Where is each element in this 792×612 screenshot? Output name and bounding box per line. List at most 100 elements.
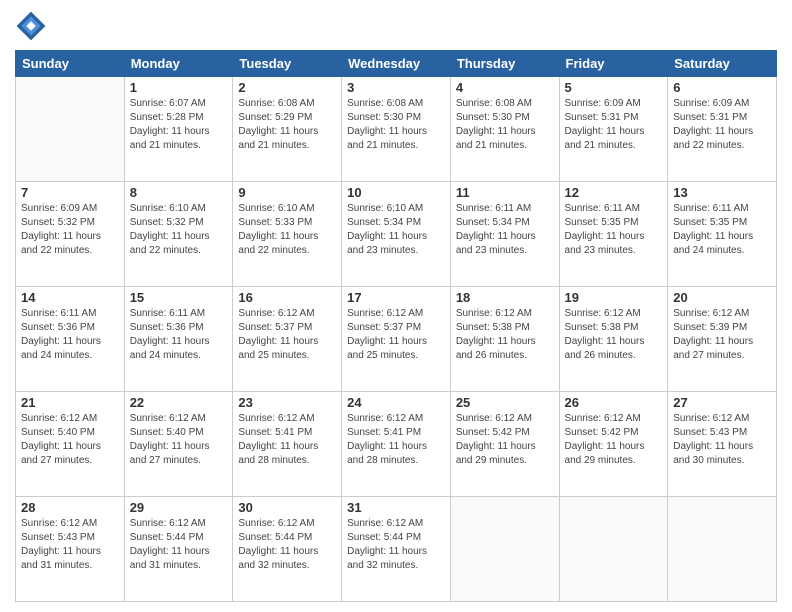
day-cell: 24 Sunrise: 6:12 AMSunset: 5:41 PMDayligh… <box>342 392 451 497</box>
day-info: Sunrise: 6:12 AMSunset: 5:38 PMDaylight:… <box>565 307 663 363</box>
day-number: 4 <box>456 80 554 95</box>
day-cell <box>450 497 559 602</box>
day-cell: 5Sunrise: 6:09 AMSunset: 5:31 PMDaylight… <box>559 77 668 182</box>
day-info: Sunrise: 6:12 AMSunset: 5:37 PMDaylight:… <box>347 307 445 363</box>
day-number: 9 <box>238 185 336 200</box>
day-cell: 14Sunrise: 6:11 AMSunset: 5:36 PMDayligh… <box>16 287 125 392</box>
day-number: 31 <box>347 500 445 515</box>
day-cell: 6 Sunrise: 6:09 AMSunset: 5:31 PMDaylight… <box>668 77 777 182</box>
day-number: 12 <box>565 185 663 200</box>
header <box>15 10 777 42</box>
day-cell: 31 Sunrise: 6:12 AMSunset: 5:44 PMDayligh… <box>342 497 451 602</box>
day-info: Sunrise: 6:07 AMSunset: 5:28 PMDaylight:… <box>130 97 228 153</box>
day-info: Sunrise: 6:12 AMSunset: 5:41 PMDaylight:… <box>238 412 336 468</box>
logo <box>15 10 51 42</box>
day-number: 2 <box>238 80 336 95</box>
col-header-sunday: Sunday <box>16 51 125 77</box>
day-info: Sunrise: 6:10 AMSunset: 5:32 PMDaylight:… <box>130 202 228 258</box>
day-cell: 23 Sunrise: 6:12 AMSunset: 5:41 PMDayligh… <box>233 392 342 497</box>
day-cell: 20 Sunrise: 6:12 AMSunset: 5:39 PMDayligh… <box>668 287 777 392</box>
day-number: 15 <box>130 290 228 305</box>
day-number: 30 <box>238 500 336 515</box>
col-header-saturday: Saturday <box>668 51 777 77</box>
day-cell: 30 Sunrise: 6:12 AMSunset: 5:44 PMDayligh… <box>233 497 342 602</box>
day-info: Sunrise: 6:08 AMSunset: 5:29 PMDaylight:… <box>238 97 336 153</box>
day-info: Sunrise: 6:10 AMSunset: 5:34 PMDaylight:… <box>347 202 445 258</box>
day-number: 27 <box>673 395 771 410</box>
day-number: 13 <box>673 185 771 200</box>
day-info: Sunrise: 6:11 AMSunset: 5:36 PMDaylight:… <box>21 307 119 363</box>
day-cell: 26 Sunrise: 6:12 AMSunset: 5:42 PMDayligh… <box>559 392 668 497</box>
day-info: Sunrise: 6:11 AMSunset: 5:34 PMDaylight:… <box>456 202 554 258</box>
day-cell: 11Sunrise: 6:11 AMSunset: 5:34 PMDayligh… <box>450 182 559 287</box>
day-cell: 2 Sunrise: 6:08 AMSunset: 5:29 PMDaylight… <box>233 77 342 182</box>
day-number: 18 <box>456 290 554 305</box>
day-info: Sunrise: 6:12 AMSunset: 5:40 PMDaylight:… <box>130 412 228 468</box>
day-cell <box>668 497 777 602</box>
day-cell: 13 Sunrise: 6:11 AMSunset: 5:35 PMDayligh… <box>668 182 777 287</box>
day-cell: 21Sunrise: 6:12 AMSunset: 5:40 PMDayligh… <box>16 392 125 497</box>
day-info: Sunrise: 6:11 AMSunset: 5:35 PMDaylight:… <box>673 202 771 258</box>
day-cell: 19 Sunrise: 6:12 AMSunset: 5:38 PMDayligh… <box>559 287 668 392</box>
day-number: 23 <box>238 395 336 410</box>
day-info: Sunrise: 6:12 AMSunset: 5:44 PMDaylight:… <box>130 517 228 573</box>
day-cell: 10 Sunrise: 6:10 AMSunset: 5:34 PMDayligh… <box>342 182 451 287</box>
header-row: SundayMondayTuesdayWednesdayThursdayFrid… <box>16 51 777 77</box>
day-number: 28 <box>21 500 119 515</box>
day-cell <box>559 497 668 602</box>
day-number: 20 <box>673 290 771 305</box>
day-cell: 16 Sunrise: 6:12 AMSunset: 5:37 PMDayligh… <box>233 287 342 392</box>
day-number: 8 <box>130 185 228 200</box>
day-number: 1 <box>130 80 228 95</box>
day-cell: 18 Sunrise: 6:12 AMSunset: 5:38 PMDayligh… <box>450 287 559 392</box>
day-number: 24 <box>347 395 445 410</box>
week-row-3: 14Sunrise: 6:11 AMSunset: 5:36 PMDayligh… <box>16 287 777 392</box>
day-number: 6 <box>673 80 771 95</box>
day-info: Sunrise: 6:12 AMSunset: 5:38 PMDaylight:… <box>456 307 554 363</box>
day-info: Sunrise: 6:12 AMSunset: 5:44 PMDaylight:… <box>238 517 336 573</box>
col-header-thursday: Thursday <box>450 51 559 77</box>
week-row-4: 21Sunrise: 6:12 AMSunset: 5:40 PMDayligh… <box>16 392 777 497</box>
day-cell: 27 Sunrise: 6:12 AMSunset: 5:43 PMDayligh… <box>668 392 777 497</box>
day-info: Sunrise: 6:11 AMSunset: 5:35 PMDaylight:… <box>565 202 663 258</box>
day-cell: 3 Sunrise: 6:08 AMSunset: 5:30 PMDaylight… <box>342 77 451 182</box>
day-cell: 17Sunrise: 6:12 AMSunset: 5:37 PMDayligh… <box>342 287 451 392</box>
day-info: Sunrise: 6:12 AMSunset: 5:41 PMDaylight:… <box>347 412 445 468</box>
day-number: 10 <box>347 185 445 200</box>
day-info: Sunrise: 6:12 AMSunset: 5:39 PMDaylight:… <box>673 307 771 363</box>
day-cell <box>16 77 125 182</box>
day-info: Sunrise: 6:09 AMSunset: 5:32 PMDaylight:… <box>21 202 119 258</box>
day-info: Sunrise: 6:11 AMSunset: 5:36 PMDaylight:… <box>130 307 228 363</box>
day-info: Sunrise: 6:10 AMSunset: 5:33 PMDaylight:… <box>238 202 336 258</box>
day-number: 16 <box>238 290 336 305</box>
logo-icon <box>15 10 47 42</box>
day-cell: 9 Sunrise: 6:10 AMSunset: 5:33 PMDaylight… <box>233 182 342 287</box>
day-info: Sunrise: 6:12 AMSunset: 5:37 PMDaylight:… <box>238 307 336 363</box>
day-cell: 15 Sunrise: 6:11 AMSunset: 5:36 PMDayligh… <box>124 287 233 392</box>
day-cell: 7Sunrise: 6:09 AMSunset: 5:32 PMDaylight… <box>16 182 125 287</box>
day-info: Sunrise: 6:08 AMSunset: 5:30 PMDaylight:… <box>456 97 554 153</box>
page: SundayMondayTuesdayWednesdayThursdayFrid… <box>0 0 792 612</box>
day-info: Sunrise: 6:12 AMSunset: 5:42 PMDaylight:… <box>456 412 554 468</box>
col-header-tuesday: Tuesday <box>233 51 342 77</box>
day-info: Sunrise: 6:12 AMSunset: 5:43 PMDaylight:… <box>673 412 771 468</box>
day-cell: 25 Sunrise: 6:12 AMSunset: 5:42 PMDayligh… <box>450 392 559 497</box>
week-row-1: 1 Sunrise: 6:07 AMSunset: 5:28 PMDaylight… <box>16 77 777 182</box>
day-info: Sunrise: 6:08 AMSunset: 5:30 PMDaylight:… <box>347 97 445 153</box>
day-number: 5 <box>565 80 663 95</box>
day-number: 26 <box>565 395 663 410</box>
week-row-2: 7Sunrise: 6:09 AMSunset: 5:32 PMDaylight… <box>16 182 777 287</box>
day-number: 19 <box>565 290 663 305</box>
day-cell: 29 Sunrise: 6:12 AMSunset: 5:44 PMDayligh… <box>124 497 233 602</box>
day-number: 29 <box>130 500 228 515</box>
day-info: Sunrise: 6:12 AMSunset: 5:43 PMDaylight:… <box>21 517 119 573</box>
day-number: 3 <box>347 80 445 95</box>
day-info: Sunrise: 6:12 AMSunset: 5:44 PMDaylight:… <box>347 517 445 573</box>
day-number: 25 <box>456 395 554 410</box>
day-info: Sunrise: 6:12 AMSunset: 5:42 PMDaylight:… <box>565 412 663 468</box>
day-cell: 22 Sunrise: 6:12 AMSunset: 5:40 PMDayligh… <box>124 392 233 497</box>
day-info: Sunrise: 6:09 AMSunset: 5:31 PMDaylight:… <box>673 97 771 153</box>
week-row-5: 28 Sunrise: 6:12 AMSunset: 5:43 PMDayligh… <box>16 497 777 602</box>
col-header-monday: Monday <box>124 51 233 77</box>
day-number: 22 <box>130 395 228 410</box>
